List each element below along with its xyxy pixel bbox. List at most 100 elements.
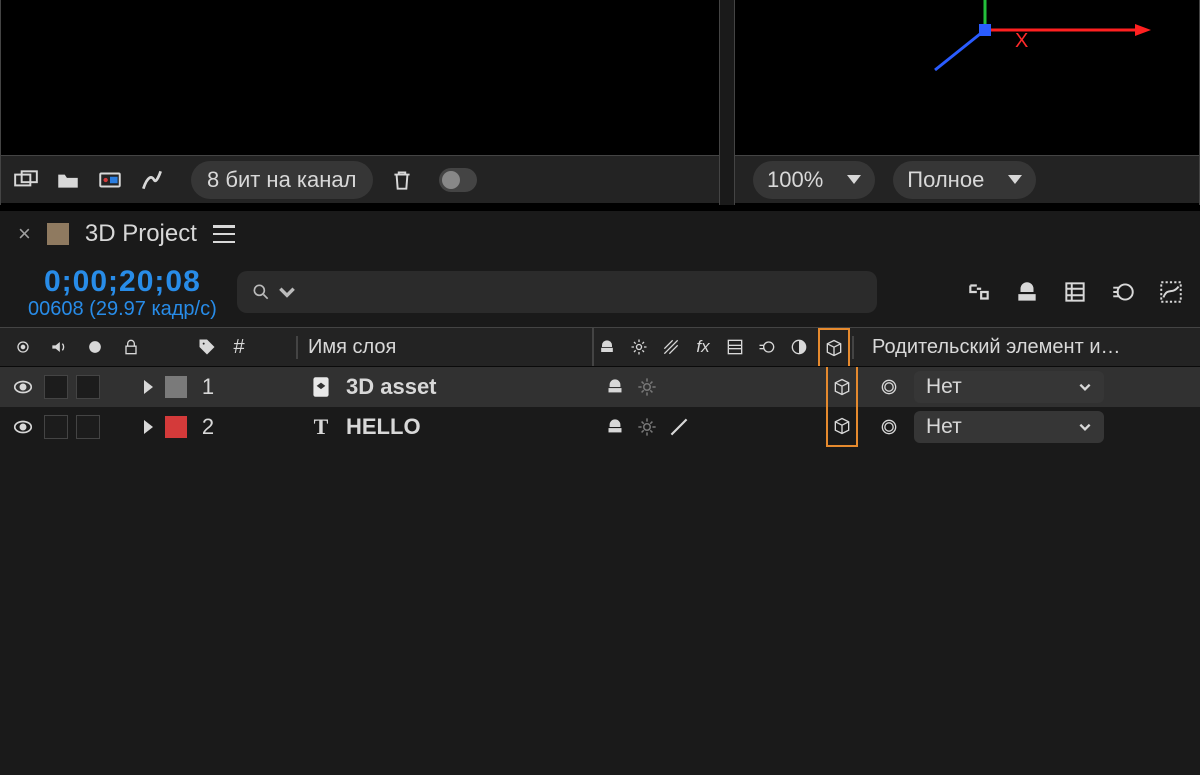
axis-x-label: X <box>1015 30 1028 53</box>
layer-color-swatch[interactable] <box>165 416 187 438</box>
bit-depth-pill[interactable]: 8 бит на канал <box>191 161 373 199</box>
shy-toggle[interactable] <box>602 414 628 440</box>
composition-viewport[interactable]: X <box>735 0 1199 155</box>
pickwhip-icon[interactable] <box>876 414 902 440</box>
label-column-icon[interactable] <box>194 334 220 360</box>
chevron-down-icon <box>1078 420 1092 434</box>
file-layer-icon <box>308 374 334 400</box>
shy-toggle[interactable] <box>602 374 628 400</box>
panel-menu-icon[interactable] <box>213 225 235 243</box>
layer-row[interactable]: 1 3D asset <box>0 367 1200 407</box>
collapse-toggle[interactable] <box>634 374 660 400</box>
visibility-toggle[interactable] <box>10 374 36 400</box>
graph-editor-icon[interactable] <box>1156 277 1186 307</box>
twirl-icon[interactable] <box>144 420 153 434</box>
fx-toggle[interactable] <box>698 374 724 400</box>
layer-index: 1 <box>195 374 221 400</box>
name-column-label[interactable]: Имя слоя <box>296 336 592 359</box>
3d-layer-toggle[interactable] <box>826 407 858 447</box>
audio-column-icon[interactable] <box>46 334 72 360</box>
comp-footer-bar: 100% Полное <box>735 155 1199 203</box>
switches-column-header: fx <box>592 328 852 366</box>
frame-blend-toggle[interactable] <box>730 414 756 440</box>
solo-toggle[interactable] <box>76 375 100 399</box>
motion-blur-icon[interactable] <box>1108 277 1138 307</box>
motion-blur-switch-icon[interactable] <box>754 334 780 360</box>
timeline-column-header: # Имя слоя fx Родительский элемент и… <box>0 327 1200 367</box>
3d-switch-header[interactable] <box>818 328 850 366</box>
3d-layer-toggle[interactable] <box>826 367 858 407</box>
frame-info: 00608 (29.97 кадр/с) <box>28 298 217 320</box>
timecode-value: 0;00;20;08 <box>44 265 201 298</box>
chevron-down-icon <box>1078 380 1092 394</box>
fx-toggle[interactable] <box>698 414 724 440</box>
adjustment-switch-icon[interactable] <box>786 334 812 360</box>
parent-column-label[interactable]: Родительский элемент и… <box>852 336 1200 359</box>
bit-depth-label: 8 бит на канал <box>207 167 357 193</box>
quality-switch-icon[interactable] <box>658 334 684 360</box>
draft-3d-icon[interactable] <box>1012 277 1042 307</box>
timeline-header: 0;00;20;08 00608 (29.97 кадр/с) <box>0 257 1200 327</box>
axis-gizmo[interactable] <box>855 0 1195 120</box>
resolution-value: Полное <box>907 167 984 193</box>
fx-switch-icon[interactable]: fx <box>690 334 716 360</box>
new-comp-icon[interactable] <box>95 165 125 195</box>
chevron-down-icon <box>1008 175 1022 184</box>
preview-panels: 8 бит на канал X 100% Пол <box>0 0 1200 205</box>
layer-name: HELLO <box>346 414 421 440</box>
tab-title[interactable]: 3D Project <box>85 220 197 248</box>
collapse-switch-icon[interactable] <box>626 334 652 360</box>
shy-switch-icon[interactable] <box>594 334 620 360</box>
visibility-toggle[interactable] <box>10 414 36 440</box>
timeline-panel: × 3D Project 0;00;20;08 00608 (29.97 кад… <box>0 205 1200 775</box>
motion-blur-toggle[interactable] <box>762 374 788 400</box>
layer-index: 2 <box>195 414 221 440</box>
interpret-footage-icon[interactable] <box>11 165 41 195</box>
quality-toggle[interactable] <box>666 414 692 440</box>
quality-toggle[interactable] <box>666 374 692 400</box>
layer-row[interactable]: 2 T HELLO Нет <box>0 407 1200 447</box>
layer-color-swatch[interactable] <box>165 376 187 398</box>
tab-color-swatch[interactable] <box>47 223 69 245</box>
audio-toggle[interactable] <box>44 415 68 439</box>
layer-name: 3D asset <box>346 374 437 400</box>
frame-blend-toggle[interactable] <box>730 374 756 400</box>
adjustment-toggle[interactable] <box>794 414 820 440</box>
frame-blend-icon[interactable] <box>1060 277 1090 307</box>
tab-close-icon[interactable]: × <box>18 221 31 247</box>
adjustment-toggle[interactable] <box>794 374 820 400</box>
chevron-down-icon <box>847 175 861 184</box>
lock-column-icon[interactable] <box>118 334 144 360</box>
search-icon <box>251 282 271 302</box>
twirl-icon[interactable] <box>144 380 153 394</box>
layer-search-input[interactable] <box>237 271 877 313</box>
zoom-value: 100% <box>767 167 823 193</box>
parent-value: Нет <box>926 415 962 439</box>
motion-blur-toggle[interactable] <box>762 414 788 440</box>
chevron-down-icon <box>277 282 297 302</box>
frame-blend-switch-icon[interactable] <box>722 334 748 360</box>
comp-flowchart-icon[interactable] <box>964 277 994 307</box>
project-viewport[interactable] <box>1 0 719 155</box>
project-settings-icon[interactable] <box>137 165 167 195</box>
index-column-label[interactable]: # <box>230 336 248 359</box>
trash-icon[interactable] <box>387 165 417 195</box>
new-folder-icon[interactable] <box>53 165 83 195</box>
collapse-toggle[interactable] <box>634 414 660 440</box>
audio-toggle[interactable] <box>44 375 68 399</box>
composition-panel: X 100% Полное <box>734 0 1200 205</box>
resolution-dropdown[interactable]: Полное <box>893 161 1036 199</box>
parent-dropdown[interactable]: Нет <box>914 371 1104 403</box>
video-column-icon[interactable] <box>10 334 36 360</box>
zoom-dropdown[interactable]: 100% <box>753 161 875 199</box>
color-management-toggle[interactable] <box>439 168 477 192</box>
timecode-display[interactable]: 0;00;20;08 00608 (29.97 кадр/с) <box>28 265 217 320</box>
project-footer-bar: 8 бит на канал <box>1 155 719 203</box>
parent-dropdown[interactable]: Нет <box>914 411 1104 443</box>
timeline-tabs: × 3D Project <box>0 211 1200 257</box>
pickwhip-icon[interactable] <box>876 374 902 400</box>
solo-column-icon[interactable] <box>82 334 108 360</box>
text-layer-icon: T <box>308 414 334 440</box>
solo-toggle[interactable] <box>76 415 100 439</box>
parent-value: Нет <box>926 375 962 399</box>
